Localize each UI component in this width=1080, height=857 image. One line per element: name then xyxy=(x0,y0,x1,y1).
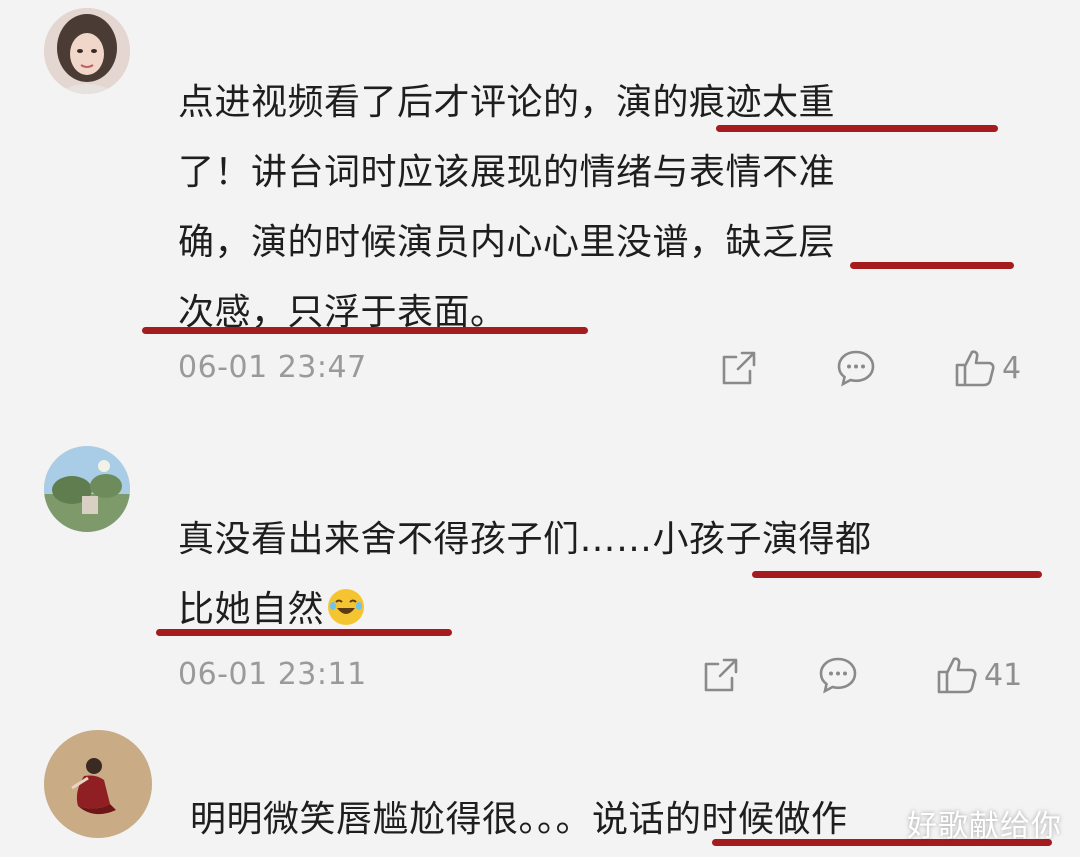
watermark: 好歌献给你 xyxy=(907,809,1062,844)
like-button[interactable]: 41 xyxy=(936,655,1022,695)
highlighted-phrase: 次感，只浮于表面。 xyxy=(178,292,507,333)
like-count: 4 xyxy=(1002,350,1022,386)
like-button[interactable]: 4 xyxy=(954,348,1021,388)
comment-line: 确，演的时候演员内心心里没谱，缺乏层 xyxy=(178,208,835,278)
comment-line: 了！讲台词时应该展现的情绪与表情不准 xyxy=(178,152,836,193)
red-underline xyxy=(850,262,1014,269)
comment-thread: { "colors": {"background": "#f3f3f3", "t… xyxy=(0,0,1080,857)
laughing-crying-emoji xyxy=(328,589,365,625)
user-avatar[interactable] xyxy=(44,446,130,532)
comment-button[interactable] xyxy=(836,348,876,388)
highlighted-phrase: 小孩子演得都 xyxy=(652,519,872,560)
comment-line: 次感，只浮于表面。 xyxy=(178,278,835,348)
comment-icon xyxy=(819,657,857,694)
share-icon xyxy=(704,658,738,692)
thumbs-up-icon xyxy=(937,657,977,694)
timestamp: 06-01 23:11 xyxy=(178,657,367,692)
user-avatar[interactable] xyxy=(44,8,130,94)
red-underline xyxy=(142,327,588,334)
share-icon xyxy=(722,351,756,385)
comment-icon xyxy=(837,350,875,387)
thumbs-up-icon xyxy=(955,350,995,387)
comment-line: 真没看出来舍不得孩子们……小孩子演得都 xyxy=(178,505,872,575)
red-underline xyxy=(752,571,1042,578)
comment-meta: 06-01 23:11 41 xyxy=(0,655,1080,695)
comment-meta: 06-01 23:47 4 xyxy=(0,348,1080,388)
timestamp: 06-01 23:47 xyxy=(178,350,367,385)
share-button[interactable] xyxy=(720,348,758,388)
red-underline xyxy=(156,629,452,636)
like-count: 41 xyxy=(984,657,1023,693)
share-button[interactable] xyxy=(702,655,740,695)
user-avatar[interactable] xyxy=(44,730,152,838)
red-underline xyxy=(716,125,998,132)
comment-button[interactable] xyxy=(818,655,858,695)
comment-text: 点进视频看了后才评论的，演的痕迹太重 了！讲台词时应该展现的情绪与表情不准 确，… xyxy=(178,68,835,348)
highlighted-phrase: 缺乏层 xyxy=(725,222,836,263)
